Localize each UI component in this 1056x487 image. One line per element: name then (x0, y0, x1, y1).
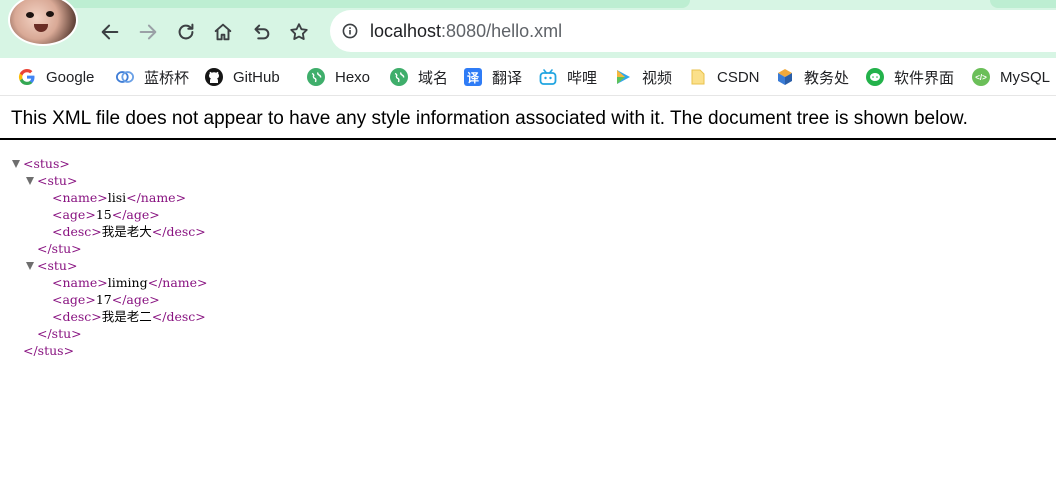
bookmark-label: Hexo (335, 68, 371, 86)
bilibili-icon (539, 68, 557, 86)
bookmark-label: GitHub (233, 68, 280, 86)
xml-tag: </stus> (23, 343, 75, 358)
back-button[interactable] (96, 18, 124, 46)
bookmark-bilibili[interactable]: 哔哩 (539, 67, 597, 87)
bookmark-academic-office[interactable]: 教务处 (776, 67, 849, 87)
header-divider (0, 138, 1056, 140)
bookmark-hexo[interactable]: Hexo (307, 67, 370, 87)
xml-tag: </name> (126, 190, 187, 205)
bookmark-label: CSDN (717, 68, 760, 86)
xml-tag: <desc> (52, 224, 102, 239)
google-icon (18, 68, 36, 86)
folder-icon (689, 68, 707, 86)
xml-text: lisi (107, 190, 127, 205)
xml-tag: </name> (147, 275, 208, 290)
inactive-tab-strip[interactable] (990, 0, 1056, 8)
bookmark-video[interactable]: 视频 (614, 67, 672, 87)
xml-text: 15 (95, 207, 112, 222)
home-icon (214, 23, 232, 41)
video-play-icon (614, 68, 632, 86)
bookmark-star-button[interactable] (285, 18, 313, 46)
xml-stu-close-line: </stu> (37, 240, 82, 257)
xml-text: 我是老二 (101, 309, 152, 324)
xml-text: 我是老大 (101, 224, 152, 239)
bookmark-label: 教务处 (804, 69, 850, 87)
xml-age-line: <age>17</age> (52, 291, 160, 308)
mysql-icon: </> (972, 68, 990, 86)
xml-tag: <name> (52, 275, 108, 290)
collapse-triangle-icon[interactable] (26, 262, 34, 270)
xml-tag: </stu> (37, 241, 82, 256)
xml-tag: <stus> (23, 156, 70, 171)
reload-button[interactable] (172, 18, 200, 46)
xml-age-line: <age>15</age> (52, 206, 160, 223)
xml-tag: </age> (111, 207, 160, 222)
translate-icon: 译 (464, 68, 482, 86)
xml-tag: <desc> (52, 309, 102, 324)
collapse-triangle-icon[interactable] (26, 177, 34, 185)
star-icon (290, 23, 308, 40)
xml-stu-open-line[interactable]: <stu> (26, 172, 77, 189)
globe-icon (390, 68, 408, 86)
xml-stu-close-line: </stu> (37, 325, 82, 342)
lanqiao-icon (116, 68, 134, 86)
wechat-icon (866, 68, 884, 86)
bookmarks-bar: Google 蓝桥杯 GitHub Hexo 域名 译 翻译 哔哩 视频 CSD… (0, 58, 1056, 96)
bookmark-label: 视频 (642, 69, 673, 87)
active-tab-strip[interactable] (60, 0, 690, 8)
home-button[interactable] (209, 18, 237, 46)
bookmark-label: 软件界面 (894, 69, 955, 87)
xml-tag: <stu> (37, 173, 78, 188)
xml-stu-open-line[interactable]: <stu> (26, 257, 77, 274)
bookmark-software-ui[interactable]: 软件界面 (866, 67, 954, 87)
collapse-triangle-icon[interactable] (12, 160, 20, 168)
arrow-left-icon (101, 24, 119, 40)
xml-text: 17 (95, 292, 112, 307)
bookmark-translate[interactable]: 译 翻译 (464, 67, 522, 87)
xml-tag: <age> (52, 207, 96, 222)
cube-icon (776, 68, 794, 86)
site-info-icon[interactable] (342, 23, 358, 39)
arrow-right-icon (139, 24, 157, 40)
xml-root-close-line: </stus> (23, 342, 74, 359)
bookmark-label: 蓝桥杯 (144, 69, 190, 87)
bookmark-mysql[interactable]: </> MySQL (972, 67, 1050, 87)
profile-avatar[interactable] (8, 0, 78, 46)
xml-name-line: <name>liming</name> (52, 274, 208, 291)
bookmark-label: 域名 (418, 69, 449, 87)
url-text[interactable]: localhost:8080/hello.xml (370, 21, 562, 41)
undo-icon (254, 24, 270, 40)
browser-toolbar: localhost:8080/hello.xml (0, 0, 1056, 58)
xml-text: liming (107, 275, 148, 290)
bookmark-label: 哔哩 (567, 69, 598, 87)
address-bar[interactable]: localhost:8080/hello.xml (330, 10, 1056, 52)
bookmark-lanqiao[interactable]: 蓝桥杯 (116, 67, 189, 87)
bookmark-label: MySQL (1000, 68, 1051, 86)
xml-tag: <age> (52, 292, 96, 307)
bookmark-label: Google (46, 68, 95, 86)
undo-close-tab-button[interactable] (247, 18, 275, 46)
xml-tag: <name> (52, 190, 108, 205)
xml-tag: </stu> (37, 326, 82, 341)
bookmark-domain[interactable]: 域名 (390, 67, 448, 87)
xml-tag: </desc> (151, 224, 206, 239)
reload-icon (178, 23, 194, 40)
bookmark-github[interactable]: GitHub (205, 67, 280, 87)
bookmark-csdn[interactable]: CSDN (689, 67, 760, 87)
url-host: localhost (370, 21, 442, 41)
bookmark-label: 翻译 (492, 69, 523, 87)
xml-name-line: <name>lisi</name> (52, 189, 186, 206)
github-icon (205, 68, 223, 86)
xml-desc-line: <desc>我是老二</desc> (52, 308, 206, 325)
globe-icon (307, 68, 325, 86)
xml-tag: </age> (111, 292, 160, 307)
url-path: :8080/hello.xml (441, 21, 563, 41)
xml-tag: <stu> (37, 258, 78, 273)
xml-root-open-line[interactable]: <stus> (12, 155, 70, 172)
xml-tag: </desc> (151, 309, 206, 324)
forward-button[interactable] (134, 18, 162, 46)
bookmark-google[interactable]: Google (18, 67, 94, 87)
xml-desc-line: <desc>我是老大</desc> (52, 223, 206, 240)
xml-style-notice: This XML file does not appear to have an… (11, 108, 968, 129)
